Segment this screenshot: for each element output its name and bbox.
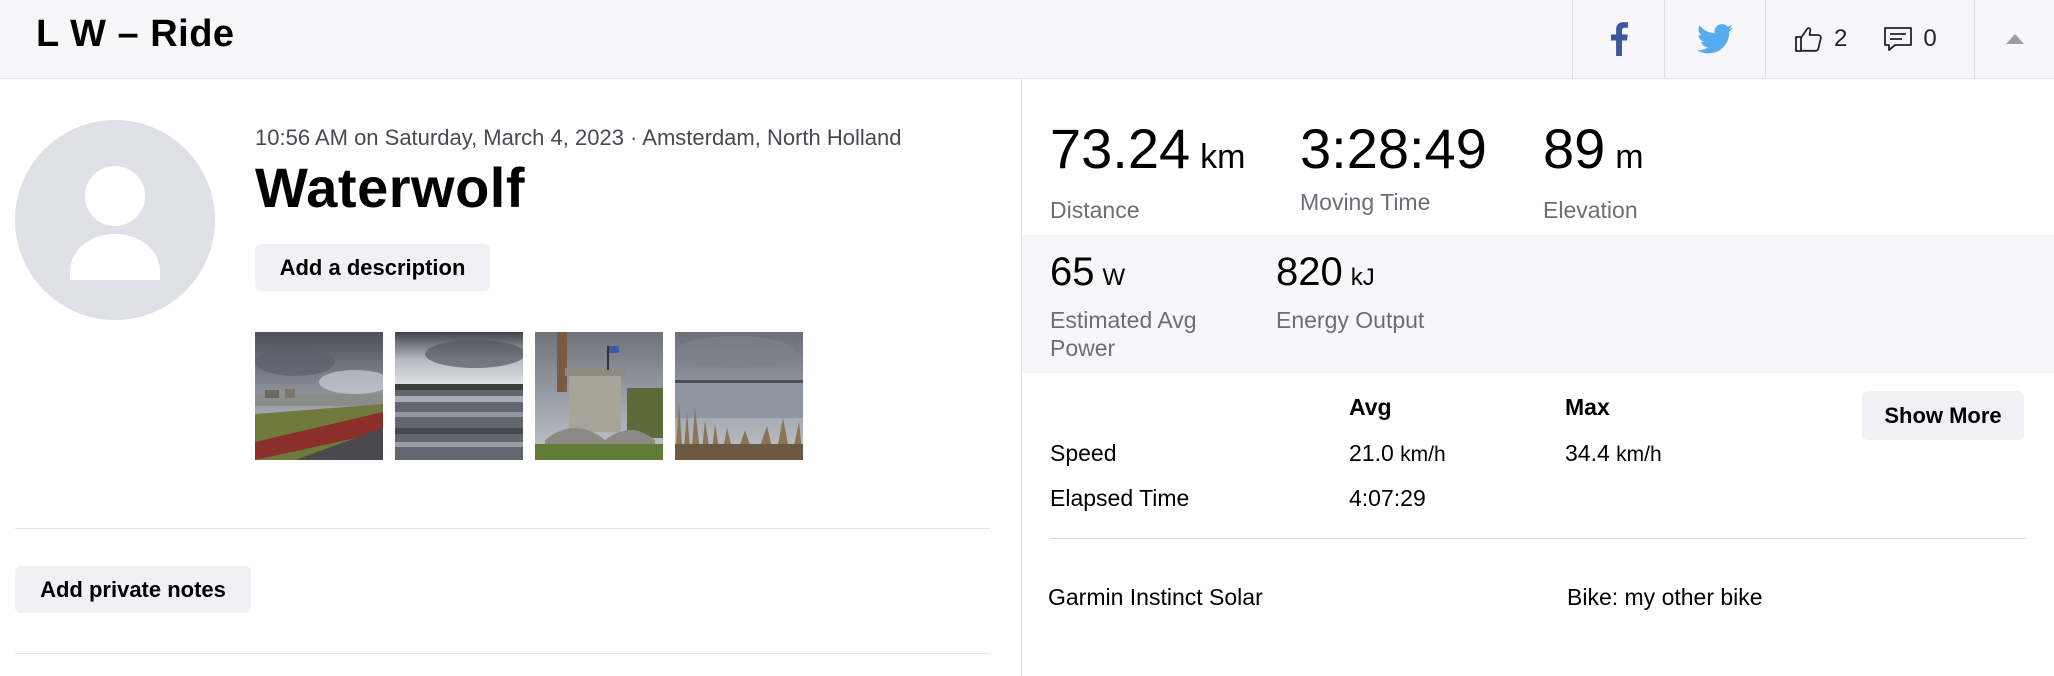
power-value: 65 [1050, 250, 1095, 294]
details-divider [1050, 538, 2026, 539]
stat-moving-time: 3:28:49 Moving Time [1300, 118, 1487, 216]
show-more-button[interactable]: Show More [1862, 391, 2024, 440]
collapse-header-button[interactable] [1974, 0, 2054, 78]
energy-label: Energy Output [1276, 307, 1425, 333]
twitter-icon [1697, 24, 1733, 54]
athlete-avatar[interactable] [15, 120, 215, 320]
lake-photo-image [675, 332, 803, 460]
elevation-unit: m [1615, 138, 1644, 176]
activity-photos [255, 332, 803, 460]
activity-photo-castle[interactable] [535, 332, 663, 460]
stat-energy: 820 kJ Energy Output [1276, 250, 1424, 334]
power-unit: W [1102, 264, 1126, 291]
energy-value: 820 [1276, 250, 1343, 294]
elevation-value: 89 [1543, 117, 1606, 180]
power-label-line1: Estimated Avg [1050, 307, 1197, 333]
road-photo-image [255, 332, 383, 460]
speed-avg-unit: km/h [1400, 443, 1446, 466]
section-divider [15, 653, 990, 654]
speed-max-unit: km/h [1616, 443, 1662, 466]
column-header-avg: Avg [1349, 394, 1392, 420]
moving-time-label: Moving Time [1300, 189, 1431, 215]
page-header: L W – Ride 2 0 [0, 0, 2054, 79]
activity-photo-water[interactable] [395, 332, 523, 460]
activity-date-location: 10:56 AM on Saturday, March 4, 2023 · Am… [255, 125, 902, 150]
distance-unit: km [1200, 138, 1246, 176]
distance-label: Distance [1050, 197, 1140, 223]
facebook-icon [1610, 22, 1628, 56]
column-header-max: Max [1565, 394, 1610, 420]
energy-unit: kJ [1350, 264, 1375, 291]
stat-power: 65 W Estimated Avg Power [1050, 250, 1197, 362]
moving-time-value: 3:28:49 [1300, 117, 1487, 180]
share-facebook-button[interactable] [1572, 0, 1664, 78]
activity-name: Waterwolf [255, 156, 525, 219]
caret-up-icon [2005, 34, 2024, 44]
speed-max-value: 34.4 [1565, 440, 1610, 466]
bike-link[interactable]: Bike: my other bike [1567, 583, 1763, 611]
add-private-notes-button[interactable]: Add private notes [15, 566, 251, 613]
row-elapsed-label: Elapsed Time [1050, 485, 1190, 511]
water-photo-image [395, 332, 523, 460]
distance-value: 73.24 [1050, 117, 1191, 180]
page-title: L W – Ride [36, 13, 235, 55]
power-label-line2: Power [1050, 335, 1116, 361]
activity-photo-lake[interactable] [675, 332, 803, 460]
stat-elevation: 89 m Elevation [1543, 118, 1644, 224]
row-speed-avg: 21.0 km/h [1349, 439, 1446, 469]
add-description-button[interactable]: Add a description [255, 244, 490, 291]
section-divider [15, 528, 990, 529]
speed-avg-value: 21.0 [1349, 440, 1394, 466]
row-speed-max: 34.4 km/h [1565, 439, 1662, 469]
share-twitter-button[interactable] [1664, 0, 1765, 78]
row-elapsed-avg: 4:07:29 [1349, 485, 1426, 511]
elevation-label: Elevation [1543, 197, 1638, 223]
column-divider [1021, 79, 1022, 676]
castle-photo-image [535, 332, 663, 460]
user-placeholder-icon [70, 166, 160, 280]
row-speed-label: Speed [1050, 440, 1117, 466]
social-actions: 2 0 [1765, 0, 1974, 78]
comment-icon[interactable] [1883, 25, 1913, 53]
device-name: Garmin Instinct Solar [1048, 584, 1263, 610]
kudos-icon[interactable] [1794, 25, 1824, 53]
stat-distance: 73.24 km Distance [1050, 118, 1245, 224]
comment-count[interactable]: 0 [1923, 25, 1936, 53]
activity-photo-road[interactable] [255, 332, 383, 460]
kudos-count[interactable]: 2 [1834, 25, 1847, 53]
